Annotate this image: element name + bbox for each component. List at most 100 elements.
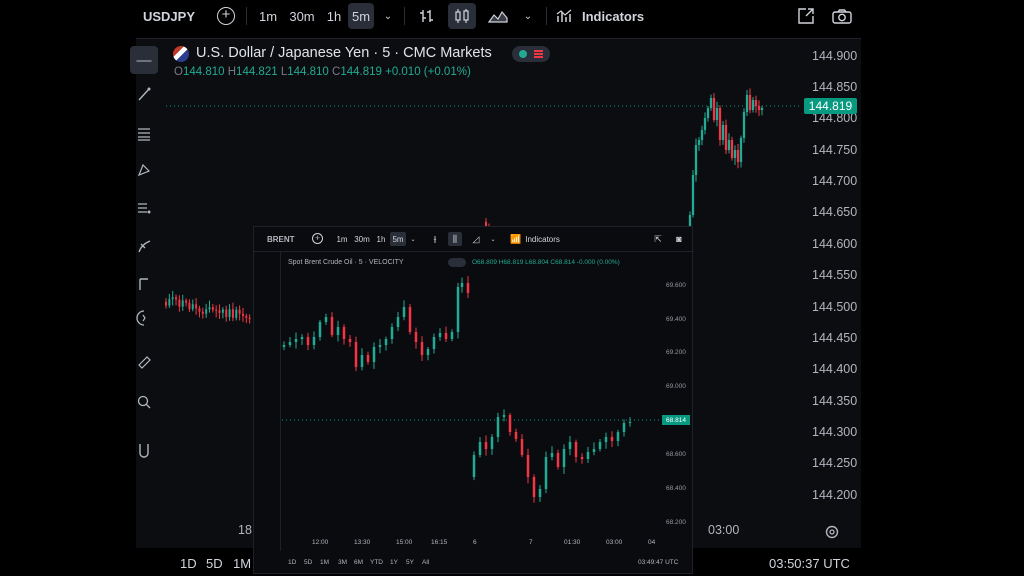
main-candle xyxy=(760,108,764,110)
main-candle xyxy=(181,300,184,307)
main-candle xyxy=(745,95,749,112)
main-candle xyxy=(235,309,238,318)
price-label: 144.850 xyxy=(812,80,858,94)
usd-jpy-flag-icon xyxy=(173,46,189,62)
main-candle xyxy=(225,309,228,317)
inset-candle xyxy=(478,442,482,455)
range-1m[interactable]: 1M xyxy=(233,556,251,571)
inset-candle xyxy=(532,477,536,497)
price-label: 144.450 xyxy=(812,331,858,345)
inset-candle xyxy=(294,339,298,342)
inset-candle xyxy=(384,339,388,345)
inset-candle xyxy=(288,342,292,345)
inset-candle xyxy=(426,349,430,355)
main-candle xyxy=(694,145,698,175)
current-price-tag: 144.819 xyxy=(804,98,857,114)
main-candle xyxy=(211,307,214,310)
inset-candle xyxy=(306,337,310,345)
inset-candle xyxy=(538,489,542,497)
main-candle xyxy=(718,108,722,140)
main-candle xyxy=(691,175,695,215)
inset-candle xyxy=(544,457,548,489)
inset-candle xyxy=(556,453,560,467)
inset-candle xyxy=(598,442,602,449)
main-candle xyxy=(221,309,224,313)
price-label: 144.700 xyxy=(812,174,858,188)
main-legend-title: U.S. Dollar / Japanese Yen · 5 · CMC Mar… xyxy=(196,45,492,61)
price-label: 144.900 xyxy=(812,49,858,63)
main-candle xyxy=(198,308,201,312)
inset-candle xyxy=(604,437,608,442)
price-label: 144.600 xyxy=(812,237,858,251)
price-label: 144.550 xyxy=(812,268,858,282)
inset-candle xyxy=(460,283,464,287)
main-candle xyxy=(205,309,208,314)
main-candle xyxy=(231,309,234,318)
price-label: 144.250 xyxy=(812,456,858,470)
inset-candle xyxy=(472,455,476,477)
price-label: 144.200 xyxy=(812,488,858,502)
main-candle xyxy=(739,138,743,162)
range-5d[interactable]: 5D xyxy=(206,556,223,571)
inset-candle xyxy=(628,422,632,423)
inset-candle xyxy=(484,442,488,449)
main-candle xyxy=(733,150,737,158)
time-label: 03:00 xyxy=(708,523,740,537)
inset-candle xyxy=(312,337,316,345)
main-candle xyxy=(201,311,204,314)
main-candle xyxy=(727,140,731,150)
inset-candle xyxy=(616,432,620,441)
main-candle xyxy=(238,309,241,314)
inset-candle xyxy=(508,415,512,432)
inset-candle xyxy=(360,355,364,367)
main-candle xyxy=(715,108,719,120)
inset-candle xyxy=(336,327,340,335)
main-candle xyxy=(178,299,181,307)
main-candle xyxy=(724,125,728,150)
main-candle xyxy=(697,140,701,145)
inset-candle xyxy=(444,333,448,339)
inset-candle xyxy=(502,415,506,417)
inset-candle xyxy=(496,417,500,437)
price-label: 144.300 xyxy=(812,425,858,439)
inset-candle xyxy=(574,442,578,457)
range-1d[interactable]: 1D xyxy=(180,556,197,571)
inset-candle xyxy=(622,423,626,432)
price-label: 144.650 xyxy=(812,205,858,219)
inset-candle xyxy=(490,437,494,449)
main-candle xyxy=(700,130,704,140)
inset-candle xyxy=(466,283,470,293)
inset-candle xyxy=(342,327,346,339)
inset-candle xyxy=(568,442,572,449)
inset-candle xyxy=(378,345,382,347)
inset-candle xyxy=(514,432,518,439)
inset-candle xyxy=(610,437,614,441)
main-legend-ohlc: O144.810 H144.821 L144.810 C144.819 +0.0… xyxy=(174,66,471,78)
main-candle xyxy=(245,315,248,318)
inset-candle xyxy=(402,307,406,317)
inset-candle xyxy=(396,317,400,327)
inset-candle xyxy=(520,439,524,455)
main-candle xyxy=(185,300,188,303)
inset-candle xyxy=(348,339,352,342)
price-label: 144.400 xyxy=(812,362,858,376)
inset-candle xyxy=(562,449,566,467)
main-candle xyxy=(195,304,198,309)
main-candle xyxy=(215,309,218,311)
settings-gear-icon[interactable] xyxy=(824,524,840,540)
main-candle xyxy=(248,317,251,320)
inset-candle xyxy=(450,332,454,339)
main-candle xyxy=(228,309,231,317)
main-candle xyxy=(751,100,755,110)
inset-candle xyxy=(354,342,358,367)
inset-candle xyxy=(438,333,442,337)
price-label: 144.500 xyxy=(812,300,858,314)
utc-clock[interactable]: 03:50:37 UTC xyxy=(769,556,850,571)
main-candle xyxy=(748,95,752,110)
market-status-badge[interactable] xyxy=(512,46,550,62)
inset-candle xyxy=(372,347,376,362)
inset-candle xyxy=(586,452,590,459)
main-candle xyxy=(712,98,716,120)
brent-inset-chart[interactable]: BRENT + 1m 30m 1h 5m ⌄ ⫲ ⫼ ◿ ⌄ 📶 Indicat… xyxy=(253,226,694,574)
main-candle xyxy=(208,307,211,310)
